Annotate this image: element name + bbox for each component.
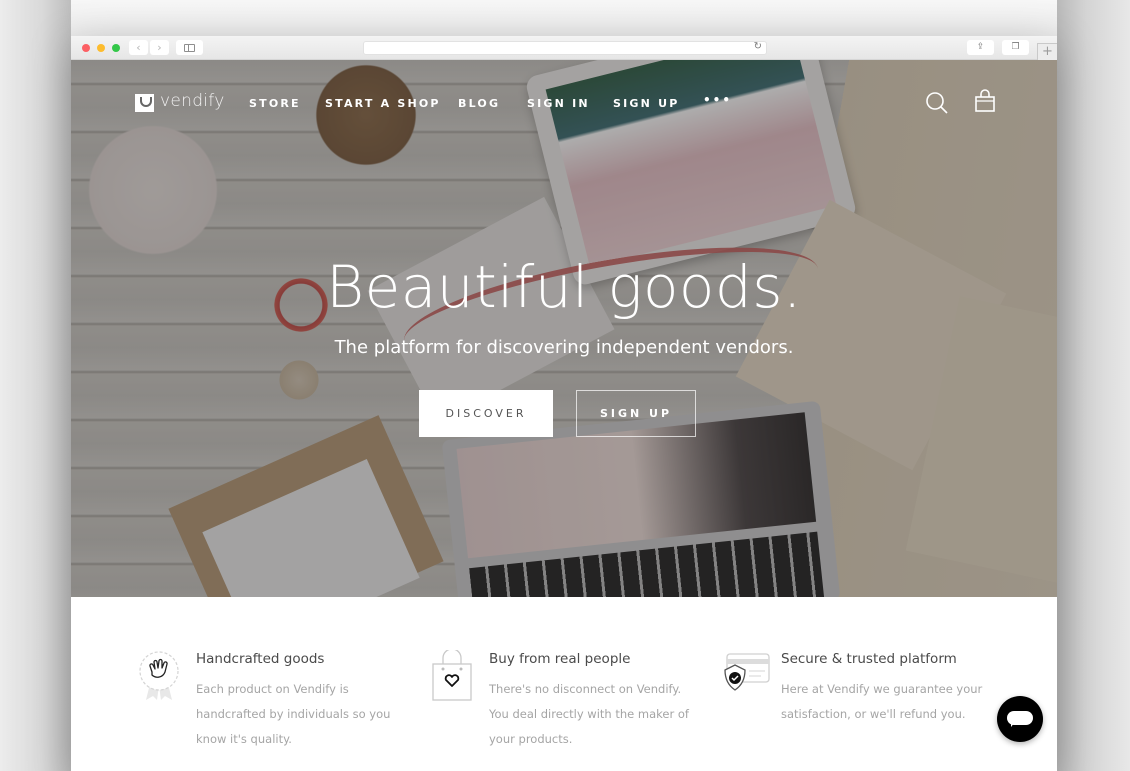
secure-card-shield-icon (724, 653, 770, 691)
maximize-window-button[interactable] (112, 44, 120, 52)
show-tabs-button[interactable]: ❐ (1002, 40, 1029, 55)
nav-sign-up[interactable]: SIGN UP (613, 97, 679, 110)
desktop-background-top (0, 0, 1130, 36)
more-menu-icon[interactable]: ••• (703, 93, 732, 107)
browser-window: ‹ › ↻ ⇪ ❐ + vendify STORE START A SHOP B… (71, 36, 1057, 771)
address-bar[interactable]: ↻ (363, 41, 767, 55)
nav-blog[interactable]: BLOG (458, 97, 500, 110)
feature-description: There's no disconnect on Vendify. You de… (489, 682, 689, 746)
hero-section: vendify STORE START A SHOP BLOG SIGN IN … (71, 60, 1057, 597)
nav-sign-in[interactable]: SIGN IN (527, 97, 590, 110)
sidebar-toggle-button[interactable] (176, 40, 203, 55)
desktop-background-right (1057, 0, 1130, 771)
minimize-window-button[interactable] (97, 44, 105, 52)
search-icon[interactable] (925, 91, 949, 115)
sidebar-icon (184, 44, 195, 52)
features-section: Handcrafted goods Each product on Vendif… (71, 597, 1057, 771)
new-tab-button[interactable]: + (1037, 43, 1057, 60)
back-button[interactable]: ‹ (129, 40, 148, 55)
handcrafted-badge-icon (139, 651, 179, 700)
feature-title: Secure & trusted platform (781, 651, 957, 667)
shopping-bag-heart-icon (432, 650, 472, 701)
feature-description: Each product on Vendify is handcrafted b… (196, 682, 391, 746)
nav-start-a-shop[interactable]: START A SHOP (325, 97, 441, 110)
feature-title: Buy from real people (489, 651, 631, 667)
feature-title: Handcrafted goods (196, 651, 325, 667)
chat-bubble-icon (1007, 711, 1033, 727)
chat-button[interactable] (997, 696, 1043, 742)
close-window-button[interactable] (82, 44, 90, 52)
vendify-logo-icon[interactable] (135, 94, 154, 112)
hero-sign-up-button[interactable]: SIGN UP (576, 390, 696, 437)
forward-button[interactable]: › (150, 40, 169, 55)
reload-icon[interactable]: ↻ (754, 41, 762, 52)
nav-store[interactable]: STORE (249, 97, 301, 110)
site-header: vendify STORE START A SHOP BLOG SIGN IN … (71, 60, 1057, 150)
hero-subtitle: The platform for discovering independent… (334, 337, 794, 358)
share-button[interactable]: ⇪ (967, 40, 994, 55)
shopping-bag-icon[interactable] (974, 89, 996, 113)
browser-toolbar: ‹ › ↻ ⇪ ❐ + (71, 36, 1057, 60)
desktop-background-left (0, 0, 71, 771)
hero-title: Beautiful goods. (71, 253, 1057, 321)
brand-logo[interactable]: vendify (160, 91, 225, 111)
feature-description: Here at Vendify we guarantee your satisf… (781, 682, 983, 721)
discover-button[interactable]: DISCOVER (419, 390, 553, 437)
hero-title-text: Beautiful goods. (326, 253, 802, 321)
